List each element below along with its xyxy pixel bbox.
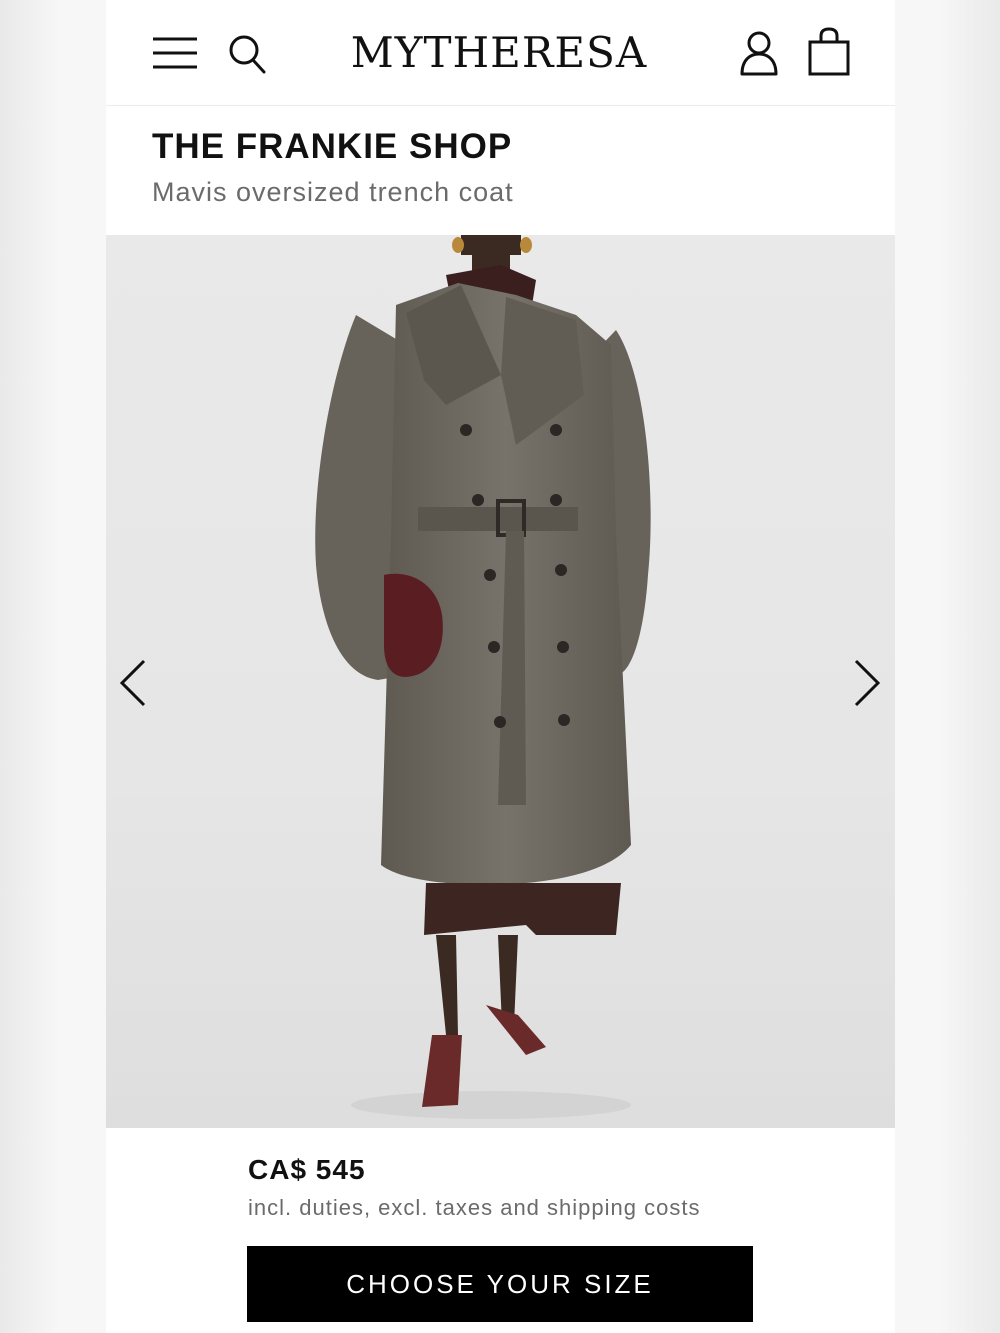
- product-photo: [315, 235, 651, 1119]
- product-image-gallery[interactable]: [106, 235, 895, 1128]
- search-icon[interactable]: [226, 30, 268, 76]
- shopping-bag-icon[interactable]: [806, 26, 852, 78]
- price-note: incl. duties, excl. taxes and shipping c…: [248, 1195, 701, 1220]
- menu-icon[interactable]: [151, 33, 199, 73]
- site-header: MYTHERESA: [106, 0, 895, 106]
- product-page: MYTHERESA THE FRANKIE SHOP Mavis oversiz…: [106, 0, 895, 1333]
- account-icon[interactable]: [738, 28, 780, 78]
- site-logo[interactable]: MYTHERESA: [343, 24, 655, 82]
- choose-size-button[interactable]: CHOOSE YOUR SIZE: [247, 1246, 753, 1322]
- chevron-left-icon[interactable]: [112, 655, 156, 715]
- product-name: Mavis oversized trench coat: [152, 177, 514, 207]
- chevron-right-icon[interactable]: [844, 655, 888, 715]
- product-brand[interactable]: THE FRANKIE SHOP: [152, 124, 512, 170]
- product-price: CA$ 545: [248, 1154, 366, 1185]
